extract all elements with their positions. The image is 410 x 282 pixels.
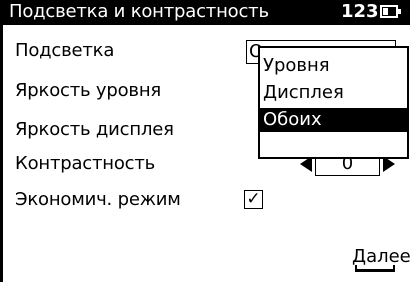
softkey-indicator (355, 265, 395, 272)
display-brightness-label: Яркость дисплея (15, 119, 174, 140)
economy-mode-checkbox[interactable]: ✓ (244, 190, 263, 209)
level-brightness-label: Яркость уровня (15, 80, 162, 101)
device-screen: Подсветка и контрастность 123 Подсветка … (0, 0, 410, 282)
contrast-label: Контрастность (15, 153, 156, 174)
dropdown-option-display[interactable]: Дисплея (260, 81, 407, 105)
dropdown-option-both[interactable]: Обоих (260, 108, 407, 132)
left-border (0, 0, 3, 282)
economy-mode-label: Экономич. режим (15, 189, 181, 210)
next-softkey-label[interactable]: Далее (352, 246, 410, 268)
page-title: Подсветка и контрастность (9, 1, 269, 22)
status-badge: 123 (341, 1, 379, 22)
backlight-dropdown-list[interactable]: Уровня Дисплея Обоих (258, 46, 409, 159)
title-bar: Подсветка и контрастность 123 (3, 0, 410, 25)
battery-icon (380, 5, 401, 18)
check-icon: ✓ (246, 189, 261, 209)
backlight-label: Подсветка (15, 40, 115, 61)
dropdown-option-level[interactable]: Уровня (260, 54, 407, 78)
